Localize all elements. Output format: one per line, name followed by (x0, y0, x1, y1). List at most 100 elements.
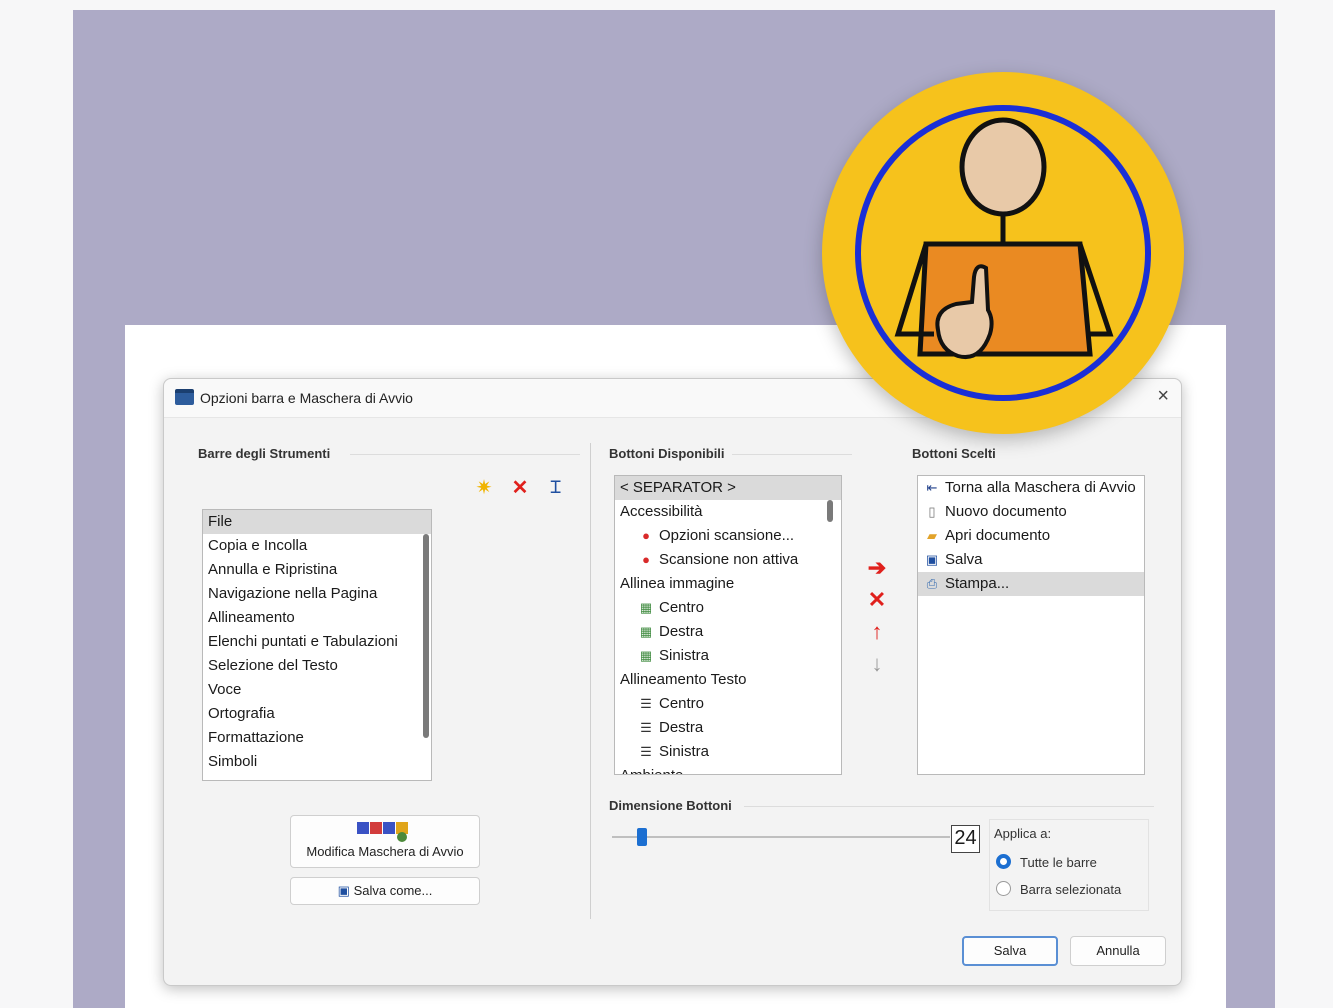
toolbar-list-item-label: Annulla e Ripristina (208, 561, 338, 578)
available-button-item[interactable]: ▦ Centro (615, 596, 841, 620)
remove-button[interactable]: ✕ (865, 588, 889, 612)
options-dialog: Opzioni barra e Maschera di Avvio × Barr… (163, 378, 1182, 986)
available-buttons-list[interactable]: < SEPARATOR > Accessibilità ● Opzioni scans… (614, 475, 842, 775)
text-left-icon: ☰ (640, 744, 652, 759)
available-button-item[interactable]: ● Scansione non attiva (615, 548, 841, 572)
toolbar-list-item-label: Allineamento (208, 609, 295, 626)
open-folder-icon: ▰ (927, 528, 937, 543)
available-button-item[interactable]: ▦ Destra (615, 620, 841, 644)
size-slider-thumb[interactable] (637, 828, 648, 846)
add-button[interactable]: ➔ (865, 556, 889, 580)
available-item-label: Opzioni scansione... (659, 527, 795, 544)
toolbars-scrollbar[interactable] (423, 534, 429, 738)
radio-all-toolbars-label: Tutte le barre (1020, 855, 1097, 870)
toolbar-list-item-label: Voce (208, 681, 242, 698)
new-toolbar-button[interactable]: ✷ (471, 475, 497, 501)
chosen-item-label: Stampa... (945, 575, 1010, 592)
available-button-item[interactable]: ☰ Destra (615, 716, 841, 740)
start-mask-icon (357, 820, 413, 842)
toolbar-list-item-label: File (208, 513, 233, 530)
toolbars-list[interactable]: File Copia e Incolla Annulla e Ripristina N… (202, 509, 432, 781)
chosen-item-label: Apri documento (945, 527, 1051, 544)
arrow-up-icon: ↑ (871, 619, 883, 644)
toolbar-list-item-label: Copia e Incolla (208, 537, 308, 554)
available-button-item[interactable]: ▦ Sinistra (615, 644, 841, 668)
save-disk-icon: ▣ (925, 552, 939, 567)
available-category-item[interactable]: Accessibilità (615, 500, 841, 524)
rename-toolbar-button[interactable]: Ꮖ (543, 475, 569, 501)
toolbar-list-item-label: Formattazione (208, 729, 304, 746)
toolbar-list-item-label: Selezione del Testo (208, 657, 338, 674)
delete-toolbar-button[interactable]: ✕ (507, 475, 533, 501)
chosen-item-label: Nuovo documento (945, 503, 1067, 520)
chosen-buttons-list[interactable]: ⇤ Torna alla Maschera di Avvio ▯ Nuovo docu… (917, 475, 1145, 775)
delete-x-icon: ✕ (511, 477, 529, 499)
toolbar-list-item[interactable]: Elenchi puntati e Tabulazioni (203, 630, 431, 654)
toolbar-list-item[interactable]: Ortografia (203, 702, 431, 726)
available-category-item[interactable]: Ambiente (615, 764, 841, 774)
available-category-item[interactable]: Allinea immagine (615, 572, 841, 596)
save-as-button[interactable]: ▣ Salva come... (290, 877, 480, 905)
chosen-group-label: Bottoni Scelti (912, 446, 996, 461)
scan-options-icon: ● (642, 528, 650, 543)
toolbar-list-item[interactable]: Navigazione nella Pagina (203, 582, 431, 606)
toolbar-list-item[interactable]: Copia e Incolla (203, 534, 431, 558)
radio-all-toolbars[interactable] (996, 854, 1011, 869)
available-category-item[interactable]: Allineamento Testo (615, 668, 841, 692)
person-pointing-icon (855, 105, 1151, 401)
toolbar-list-item-label: Simboli (208, 753, 258, 770)
available-category-item[interactable]: < SEPARATOR > (615, 476, 841, 500)
size-slider-track (612, 836, 950, 838)
available-scrollbar[interactable] (827, 500, 833, 522)
toolbar-list-item[interactable]: Formattazione (203, 726, 431, 750)
chosen-item-label: Salva (945, 551, 983, 568)
edit-start-mask-button[interactable]: Modifica Maschera di Avvio (290, 815, 480, 868)
move-down-button[interactable]: ↓ (865, 652, 889, 676)
image-right-icon: ▦ (639, 624, 653, 639)
radio-selected-toolbar[interactable] (996, 881, 1011, 896)
available-item-label: Sinistra (659, 743, 710, 760)
available-button-item[interactable]: ☰ Sinistra (615, 740, 841, 764)
chosen-button-item[interactable]: ▣ Salva (918, 548, 1144, 572)
chosen-button-item[interactable]: ▰ Apri documento (918, 524, 1144, 548)
chosen-button-item[interactable]: ▯ Nuovo documento (918, 500, 1144, 524)
available-item-label: Allineamento Testo (620, 671, 747, 688)
scan-off-icon: ● (642, 552, 650, 567)
available-item-label: Sinistra (659, 647, 710, 664)
app-window-icon (175, 389, 194, 405)
move-up-button[interactable]: ↑ (865, 620, 889, 644)
toolbar-list-item[interactable]: Voce (203, 678, 431, 702)
arrow-right-icon: ➔ (867, 555, 887, 580)
toolbar-list-item-label: Ortografia (208, 705, 275, 722)
toolbar-list-item[interactable]: File (203, 510, 431, 534)
toolbar-list-item[interactable]: Allineamento (203, 606, 431, 630)
arrow-down-icon: ↓ (871, 651, 883, 676)
toolbar-list-item[interactable]: Simboli (203, 750, 431, 774)
image-center-icon: ▦ (639, 600, 653, 615)
toolbar-list-item[interactable]: Annulla e Ripristina (203, 558, 431, 582)
edit-start-mask-label: Modifica Maschera di Avvio (306, 844, 464, 859)
toolbars-group-line (350, 454, 580, 455)
available-button-item[interactable]: ● Opzioni scansione... (615, 524, 841, 548)
toolbar-list-item-label: Elenchi puntati e Tabulazioni (208, 633, 398, 650)
available-item-label: Centro (659, 695, 705, 712)
cancel-button[interactable]: Annulla (1070, 936, 1166, 966)
toolbar-list-item[interactable]: Selezione del Testo (203, 654, 431, 678)
available-item-label: Destra (659, 719, 704, 736)
size-group-line (744, 806, 1154, 807)
chosen-button-item[interactable]: ⎙ Stampa... (918, 572, 1144, 596)
available-item-label: Ambiente (620, 767, 683, 774)
available-item-label: Accessibilità (620, 503, 703, 520)
text-right-icon: ☰ (640, 720, 652, 735)
column-separator (590, 443, 591, 919)
rename-icon: Ꮖ (550, 478, 562, 497)
available-item-label: Scansione non attiva (659, 551, 799, 568)
new-document-icon: ▯ (928, 504, 936, 519)
save-button[interactable]: Salva (962, 936, 1058, 966)
toolbar-list-item-label: Navigazione nella Pagina (208, 585, 378, 602)
save-disk-icon: ▣ (337, 883, 350, 898)
dialog-title: Opzioni barra e Maschera di Avvio (200, 390, 413, 406)
chosen-button-item[interactable]: ⇤ Torna alla Maschera di Avvio (918, 476, 1144, 500)
available-button-item[interactable]: ☰ Centro (615, 692, 841, 716)
apply-to-label: Applica a: (994, 826, 1052, 841)
